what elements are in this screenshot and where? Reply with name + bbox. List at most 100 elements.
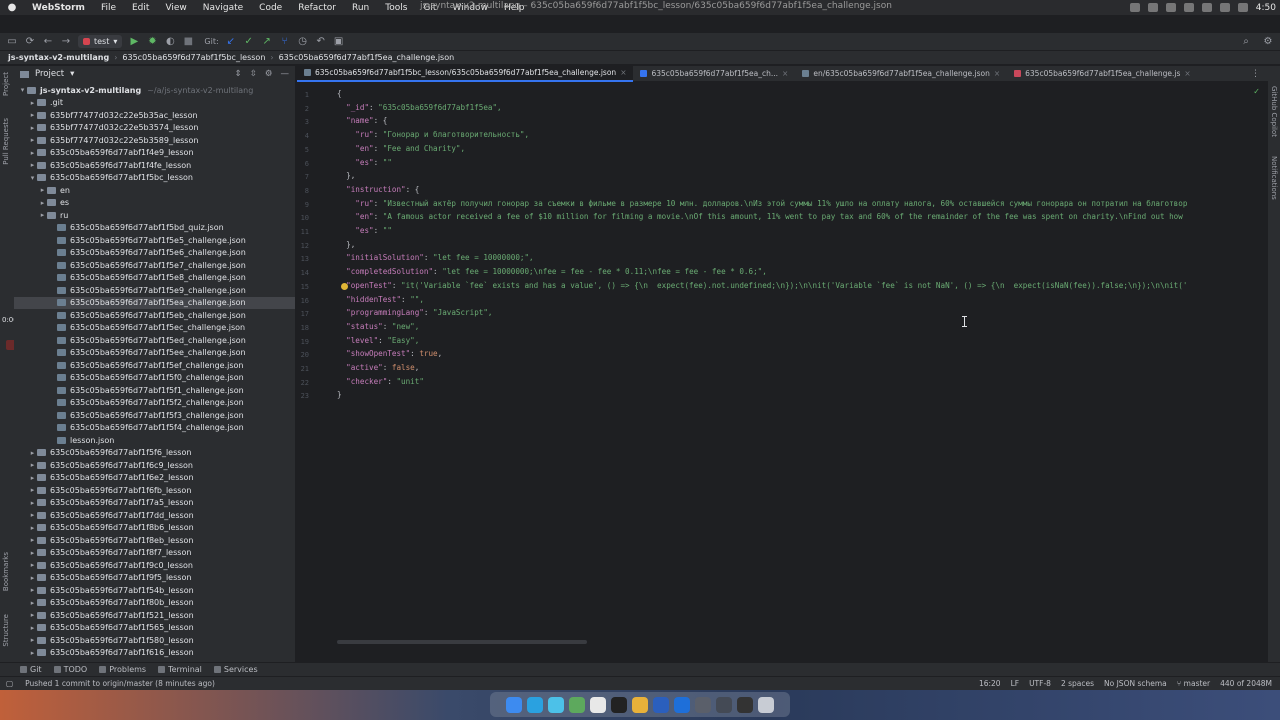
debug-icon[interactable]: ✹ — [146, 36, 158, 48]
git-push-icon[interactable]: ↗ — [261, 36, 273, 48]
git-branch[interactable]: ⑂ master — [1177, 679, 1210, 688]
editor-tab[interactable]: en/635c05ba659f6d77abf1f5ea_challenge.js… — [795, 66, 1007, 82]
tray-icon[interactable] — [1183, 3, 1194, 12]
history-icon[interactable]: ◷ — [297, 36, 309, 48]
pull-requests-tool-tab[interactable]: Pull Requests — [2, 118, 10, 165]
chevron-right-icon[interactable]: ▸ — [28, 111, 37, 119]
coverage-icon[interactable]: ◐ — [164, 36, 176, 48]
tree-folder[interactable]: ▸ 635c05ba659f6d77abf1f9c0_lesson — [14, 559, 295, 572]
chevron-down-icon[interactable]: ▾ — [70, 69, 74, 79]
stop-icon[interactable]: ■ — [182, 36, 194, 48]
save-icon[interactable]: ▭ — [6, 36, 18, 48]
collapse-all-icon[interactable]: ⇳ — [250, 69, 257, 79]
git-update-icon[interactable]: ↙ — [225, 36, 237, 48]
tree-file[interactable]: 635c05ba659f6d77abf1f5bd_quiz.json — [14, 222, 295, 235]
tree-file[interactable]: 635c05ba659f6d77abf1f5ed_challenge.json — [14, 334, 295, 347]
menu-tools[interactable]: Tools — [377, 3, 415, 13]
tree-file[interactable]: 635c05ba659f6d77abf1f5f2_challenge.json — [14, 397, 295, 410]
tree-file[interactable]: 635c05ba659f6d77abf1f5e6_challenge.json — [14, 247, 295, 260]
chevron-right-icon[interactable]: ▸ — [28, 636, 37, 644]
layout-icon[interactable]: ▣ — [333, 36, 345, 48]
tree-file[interactable]: 635c05ba659f6d77abf1f5ef_challenge.json — [14, 359, 295, 372]
chevron-right-icon[interactable]: ▸ — [28, 549, 37, 557]
tree-file[interactable]: 635c05ba659f6d77abf1f5f4_challenge.json — [14, 422, 295, 435]
indent-setting[interactable]: 2 spaces — [1061, 679, 1094, 688]
menu-code[interactable]: Code — [251, 3, 290, 13]
tree-root[interactable]: ▾ js-syntax-v2-multilang ~/a/js-syntax-v… — [14, 84, 295, 97]
tree-file[interactable]: 635c05ba659f6d77abf1f5e7_challenge.json — [14, 259, 295, 272]
tree-folder[interactable]: ▸ 635bf77477d032c22e5b3574_lesson — [14, 122, 295, 135]
tree-folder[interactable]: ▸ 635c05ba659f6d77abf1f7dd_lesson — [14, 509, 295, 522]
code-editor[interactable]: { "_id": "635c05ba659f6d77abf1f5ea", "na… — [337, 83, 1280, 662]
back-arrow-icon[interactable]: ← — [42, 36, 54, 48]
tab-git[interactable]: Git — [20, 665, 42, 674]
breadcrumb-file[interactable]: 635c05ba659f6d77abf1f5ea_challenge.json — [279, 53, 455, 62]
chevron-down-icon[interactable]: ▾ — [18, 86, 27, 94]
tree-folder[interactable]: ▸ es — [14, 197, 295, 210]
chevron-right-icon[interactable]: ▸ — [28, 624, 37, 632]
chevron-right-icon[interactable]: ▸ — [28, 524, 37, 532]
chevron-right-icon[interactable]: ▸ — [28, 574, 37, 582]
tree-folder[interactable]: ▸ 635c05ba659f6d77abf1f565_lesson — [14, 622, 295, 635]
tray-icon[interactable] — [1129, 3, 1140, 12]
run-icon[interactable]: ▶ — [128, 36, 140, 48]
wifi-icon[interactable] — [1201, 3, 1212, 12]
notifications-tool-tab[interactable]: Notifications — [1270, 156, 1278, 200]
chevron-right-icon[interactable]: ▸ — [28, 136, 37, 144]
close-icon[interactable]: × — [994, 69, 1000, 78]
tree-file[interactable]: 635c05ba659f6d77abf1f5ec_challenge.json — [14, 322, 295, 335]
tree-folder[interactable]: ▸ 635c05ba659f6d77abf1f80b_lesson — [14, 597, 295, 610]
hide-icon[interactable]: — — [281, 69, 290, 79]
tree-file[interactable]: 635c05ba659f6d77abf1f5e9_challenge.json — [14, 284, 295, 297]
trash-icon[interactable] — [758, 696, 774, 713]
chevron-right-icon[interactable]: ▸ — [28, 536, 37, 544]
settings-icon[interactable]: ⚙ — [1262, 35, 1274, 47]
menu-app[interactable]: WebStorm — [24, 3, 93, 13]
telegram-icon[interactable] — [527, 696, 543, 713]
maps-icon[interactable] — [569, 696, 585, 713]
tree-folder[interactable]: ▸ .git — [14, 97, 295, 110]
menu-edit[interactable]: Edit — [124, 3, 157, 13]
search-icon[interactable]: ⌕ — [1240, 35, 1252, 47]
menu-navigate[interactable]: Navigate — [195, 3, 251, 13]
menubar-clock[interactable]: 4:50 — [1256, 3, 1276, 13]
tree-folder[interactable]: ▸ 635c05ba659f6d77abf1f9f5_lesson — [14, 572, 295, 585]
chevron-right-icon[interactable]: ▸ — [38, 186, 47, 194]
horizontal-scrollbar[interactable] — [337, 640, 587, 644]
run-config-selector[interactable]: test ▾ — [78, 35, 123, 48]
battery-icon[interactable] — [1219, 3, 1230, 12]
control-center-icon[interactable] — [1237, 3, 1248, 12]
status-square-icon[interactable]: ▢ — [6, 679, 13, 688]
inspection-ok-icon[interactable]: ✓ — [1253, 87, 1260, 96]
tree-folder[interactable]: ▸ en — [14, 184, 295, 197]
git-branch-icon[interactable]: ⑂ — [279, 36, 291, 48]
tree-file[interactable]: lesson.json — [14, 434, 295, 447]
webstorm-icon[interactable] — [674, 696, 690, 713]
screen-recorder-icon[interactable] — [737, 696, 753, 713]
chevron-right-icon[interactable]: ▸ — [28, 561, 37, 569]
chrome-icon[interactable] — [632, 696, 648, 713]
editor-tab[interactable]: 635c05ba659f6d77abf1f5bc_lesson/635c05ba… — [297, 66, 634, 82]
forward-arrow-icon[interactable]: → — [60, 36, 72, 48]
terminal-app-icon[interactable] — [611, 696, 627, 713]
chevron-right-icon[interactable]: ▸ — [28, 449, 37, 457]
search-app-icon[interactable] — [548, 696, 564, 713]
app-icon[interactable] — [695, 696, 711, 713]
chevron-right-icon[interactable]: ▸ — [28, 474, 37, 482]
tree-folder[interactable]: ▸ 635c05ba659f6d77abf1f54b_lesson — [14, 584, 295, 597]
tree-file[interactable]: 635c05ba659f6d77abf1f5ea_challenge.json — [14, 296, 295, 309]
git-commit-icon[interactable]: ✓ — [243, 36, 255, 48]
tree-folder[interactable]: ▸ 635c05ba659f6d77abf1f5f6_lesson — [14, 447, 295, 460]
menu-run[interactable]: Run — [344, 3, 377, 13]
menu-refactor[interactable]: Refactor — [290, 3, 344, 13]
chevron-right-icon[interactable]: ▸ — [28, 461, 37, 469]
tray-icon[interactable] — [1165, 3, 1176, 12]
chevron-right-icon[interactable]: ▸ — [28, 99, 37, 107]
json-schema[interactable]: No JSON schema — [1104, 679, 1167, 688]
tree-folder[interactable]: ▾ 635c05ba659f6d77abf1f5bc_lesson — [14, 172, 295, 185]
project-panel-title[interactable]: Project — [35, 69, 64, 79]
rollback-icon[interactable]: ↶ — [315, 36, 327, 48]
sync-icon[interactable]: ⟳ — [24, 36, 36, 48]
chevron-right-icon[interactable]: ▸ — [28, 499, 37, 507]
word-icon[interactable] — [653, 696, 669, 713]
